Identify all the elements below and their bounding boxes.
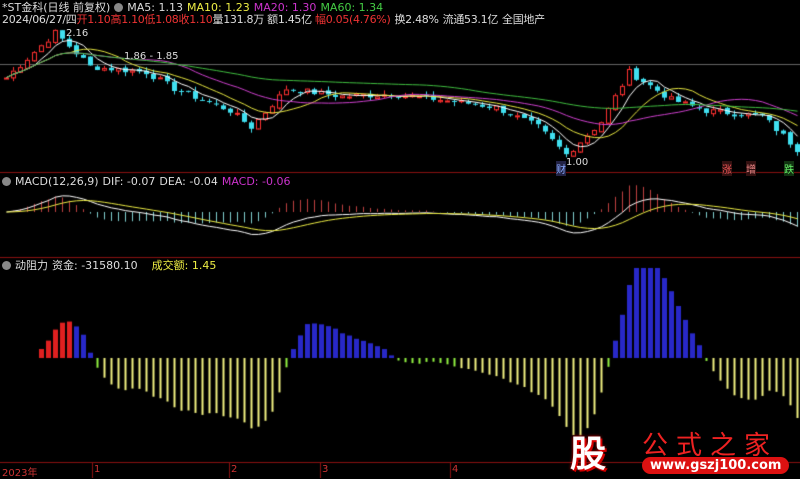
toggle-icon[interactable] <box>114 3 124 12</box>
axis-month: 3 <box>322 464 329 475</box>
toggle-icon[interactable] <box>2 261 11 270</box>
increase-marker[interactable]: 增 <box>746 161 756 176</box>
stock-chart-canvas[interactable] <box>0 0 800 478</box>
float-cap: 流通53.1亿 <box>442 13 499 26</box>
date: 2024/06/27/四 <box>2 13 77 26</box>
indicator-title: 动阻力 <box>15 259 48 272</box>
volume: 量131.8万 <box>212 13 265 26</box>
toggle-icon[interactable] <box>2 177 11 186</box>
axis-month: 4 <box>452 464 459 475</box>
quote-line: 2024/06/27/四开1.10高1.10低1.08收1.10量131.8万 … <box>2 13 549 26</box>
change-label: 幅 <box>315 13 326 26</box>
open-label: 开 <box>76 13 88 26</box>
axis-month: 2 <box>231 464 238 475</box>
turnover: 换2.48% <box>394 13 439 26</box>
high-annotation: 2.16 <box>66 28 89 39</box>
low-annotation: 1.00 <box>566 157 589 168</box>
finance-marker[interactable]: 财 <box>556 161 566 176</box>
logo-glyph: 股 <box>570 434 607 475</box>
change: 0.05(4.76%) <box>325 13 391 26</box>
indicator-header: 动阻力 资金: -31580.10 成交额: 1.45 <box>2 259 220 272</box>
high-label: 高 <box>110 13 122 26</box>
range-annotation: 1.86 - 1.85 <box>124 51 179 62</box>
macd-header: MACD(12,26,9) DIF: -0.07 DEA: -0.04 MACD: -… <box>2 175 294 188</box>
fall-marker[interactable]: 跌 <box>784 161 794 176</box>
fund-value: 资金: -31580.10 <box>52 259 138 272</box>
sector: 全国地产 <box>502 13 545 26</box>
high: 1.10 <box>121 13 145 26</box>
amount-value: 成交额: 1.45 <box>151 259 217 272</box>
close: 1.10 <box>189 13 213 26</box>
close-label: 收 <box>178 13 190 26</box>
logo-url: www.gszj100.com <box>642 457 790 474</box>
low-label: 低 <box>144 13 156 26</box>
dif-value: DIF: -0.07 <box>102 175 156 188</box>
rise-marker[interactable]: 涨 <box>722 161 732 176</box>
watermark-logo: 股 公式之家 www.gszj100.com <box>560 425 800 478</box>
dea-value: DEA: -0.04 <box>159 175 218 188</box>
macd-title: MACD(12,26,9) <box>15 175 99 188</box>
low: 1.08 <box>155 13 179 26</box>
axis-year: 2023年 <box>2 468 38 479</box>
open: 1.10 <box>87 13 111 26</box>
macd-value: MACD: -0.06 <box>221 175 291 188</box>
axis-month: 1 <box>94 464 101 475</box>
amount: 额1.45亿 <box>267 13 312 26</box>
